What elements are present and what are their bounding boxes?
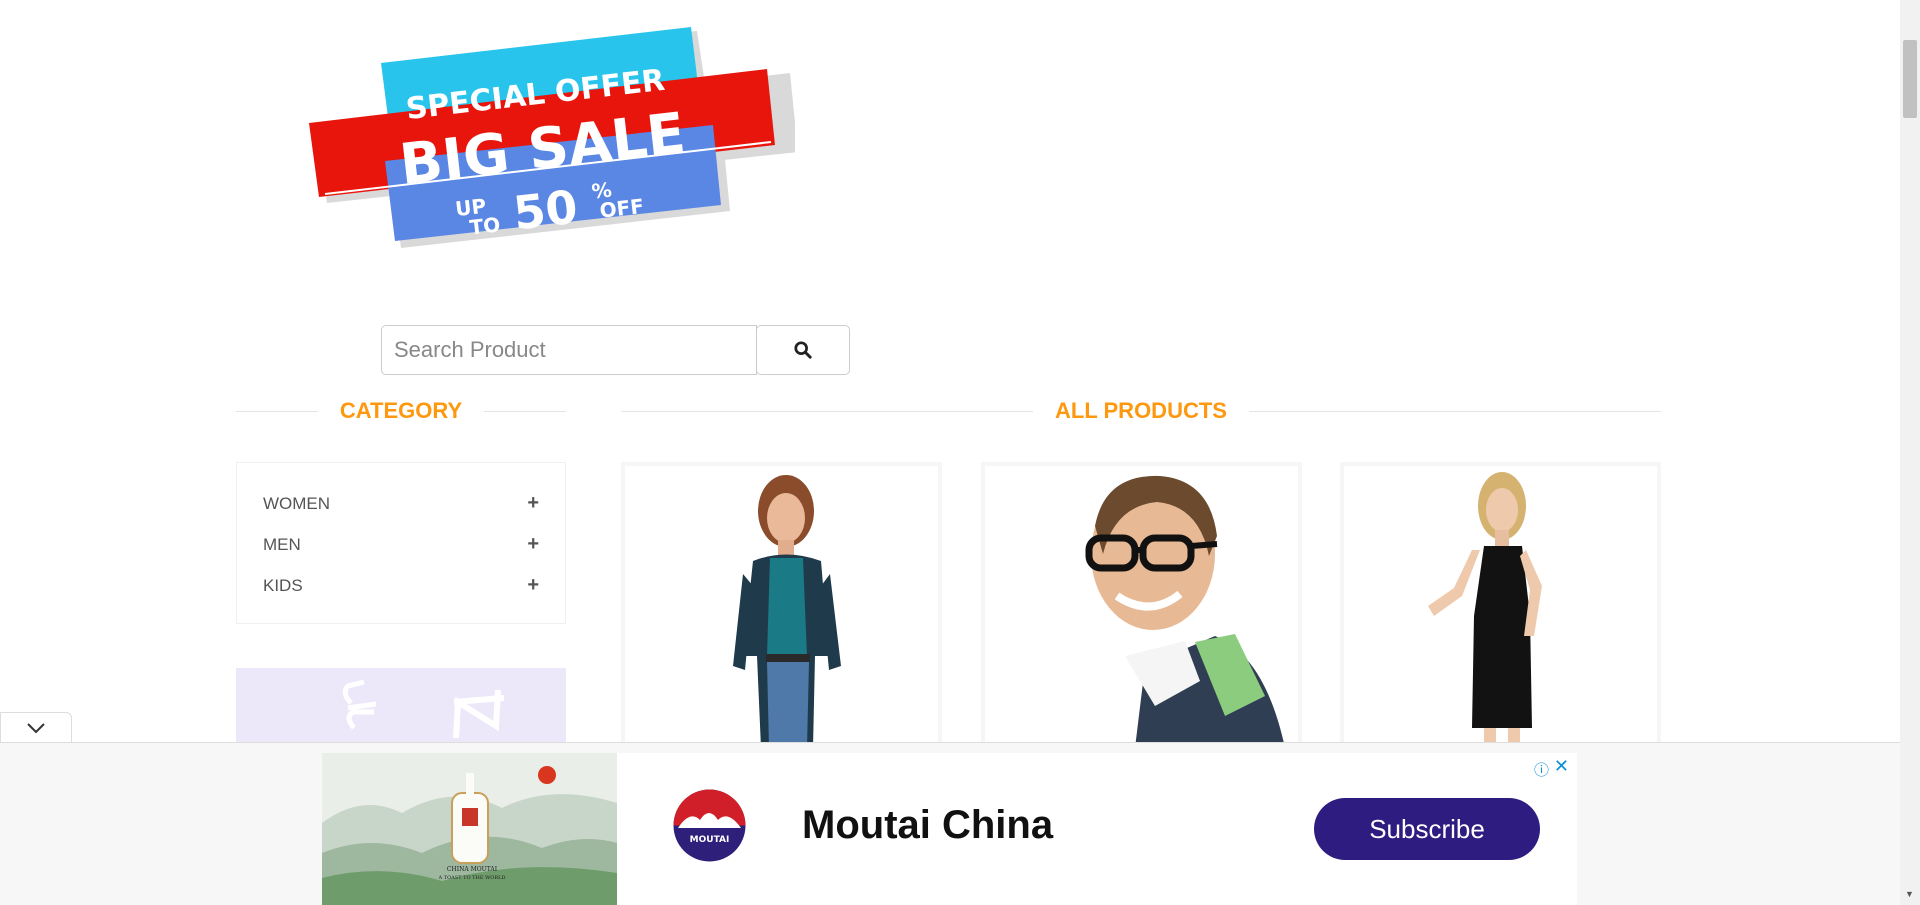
scroll-down-arrow-icon[interactable]: ▼	[1905, 889, 1914, 899]
promo-image[interactable]	[236, 668, 566, 743]
promo-graphic	[342, 679, 505, 739]
ad-collapse-tab[interactable]	[0, 712, 72, 742]
category-label[interactable]: MEN	[263, 535, 301, 555]
ad-bar: CHINA MOUTAI A TOAST TO THE WORLD MOUTAI…	[0, 742, 1900, 905]
subscribe-button[interactable]: Subscribe	[1314, 798, 1540, 860]
category-item-men[interactable]: MEN +	[263, 524, 539, 565]
search-button[interactable]	[756, 325, 850, 375]
all-products-heading: ALL PRODUCTS	[621, 396, 1661, 426]
ad-landscape-image: CHINA MOUTAI A TOAST TO THE WORLD	[322, 753, 617, 905]
man-with-glasses-photo	[985, 466, 1298, 748]
category-title: CATEGORY	[339, 398, 463, 423]
plus-icon[interactable]: +	[527, 533, 539, 556]
woman-in-black-dress-photo	[1344, 466, 1657, 748]
plus-icon[interactable]: +	[527, 492, 539, 515]
divider	[484, 410, 567, 412]
close-icon[interactable]: ✕	[1554, 756, 1569, 777]
product-card[interactable]	[1340, 462, 1661, 752]
big-sale-banner[interactable]: SPECIAL OFFER BIG SALE UP TO 50 % OFF	[305, 25, 795, 250]
plus-icon[interactable]: +	[527, 574, 539, 597]
banner-to: TO	[468, 212, 501, 239]
search-bar	[381, 325, 850, 375]
category-item-kids[interactable]: KIDS +	[263, 565, 539, 606]
product-card[interactable]	[981, 462, 1302, 752]
info-icon[interactable]: ⓘ	[1534, 759, 1549, 780]
search-icon	[794, 341, 812, 359]
search-input[interactable]	[381, 325, 757, 375]
moutai-logo-text: MOUTAI	[690, 835, 730, 845]
category-panel: WOMEN + MEN + KIDS +	[236, 462, 566, 624]
ad-title[interactable]: Moutai China	[802, 803, 1053, 848]
chevron-down-icon	[27, 722, 45, 733]
ad-image-tagline: A TOAST TO THE WORLD	[438, 875, 506, 881]
category-heading: CATEGORY	[236, 396, 567, 426]
category-label[interactable]: KIDS	[263, 576, 303, 596]
divider	[1248, 410, 1661, 412]
scrollbar-thumb[interactable]	[1903, 40, 1917, 118]
scrollbar[interactable]: ▼	[1900, 0, 1920, 905]
category-item-women[interactable]: WOMEN +	[263, 483, 539, 524]
ad-image-caption: CHINA MOUTAI	[447, 866, 498, 873]
divider	[621, 410, 1034, 412]
page: SPECIAL OFFER BIG SALE UP TO 50 % OFF CA…	[0, 0, 1920, 905]
woman-in-cardigan-photo	[625, 466, 938, 748]
all-products-title: ALL PRODUCTS	[1055, 398, 1227, 423]
banner-off: OFF	[598, 194, 645, 223]
product-card[interactable]	[621, 462, 942, 752]
category-label[interactable]: WOMEN	[263, 494, 330, 514]
banner-fifty: 50	[511, 180, 581, 241]
advertisement[interactable]: CHINA MOUTAI A TOAST TO THE WORLD MOUTAI…	[322, 753, 1577, 905]
moutai-logo: MOUTAI	[673, 789, 746, 862]
ad-image[interactable]: CHINA MOUTAI A TOAST TO THE WORLD	[322, 753, 617, 905]
divider	[236, 410, 318, 412]
